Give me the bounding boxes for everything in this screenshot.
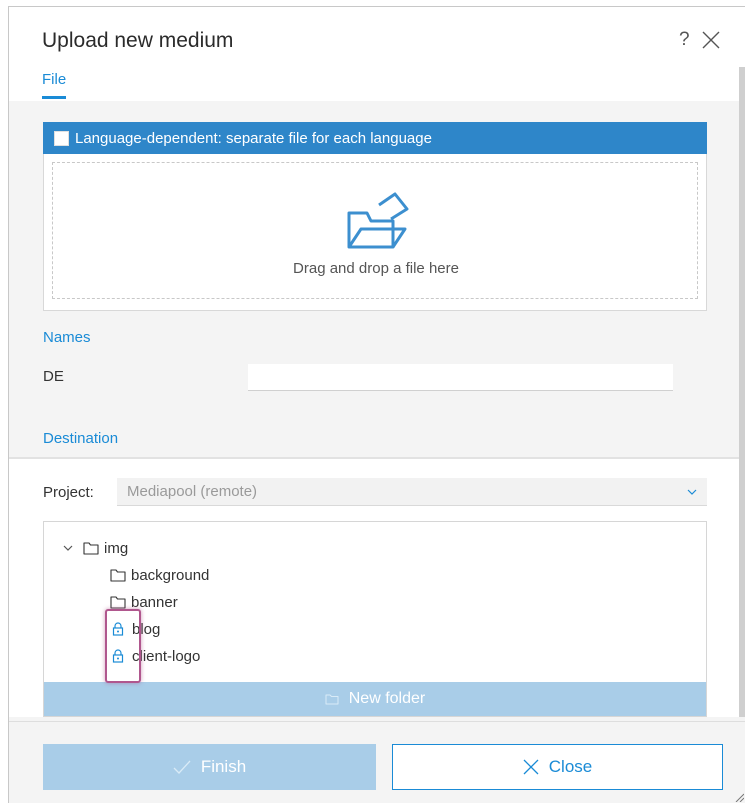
file-dropzone[interactable]: Drag and drop a file here xyxy=(52,162,698,299)
tree-item-background[interactable]: background xyxy=(110,564,209,586)
language-dependent-checkbox[interactable] xyxy=(54,130,69,146)
tree-item-label: img xyxy=(104,539,129,557)
folder-tree: img background banner blog client-logo N… xyxy=(43,521,707,717)
lock-icons-highlight xyxy=(105,609,141,683)
help-icon[interactable]: ? xyxy=(679,29,690,51)
name-de-input[interactable] xyxy=(248,364,673,391)
project-label: Project: xyxy=(43,484,94,501)
tree-item-label: banner xyxy=(131,593,178,611)
project-select[interactable]: Mediapool (remote) xyxy=(117,478,707,506)
close-icon[interactable] xyxy=(700,29,722,51)
dialog-title: Upload new medium xyxy=(42,29,234,52)
folder-icon xyxy=(110,596,126,609)
language-dependent-label: Language-dependent: separate file for ea… xyxy=(75,129,432,147)
footer-divider xyxy=(9,721,745,722)
tree-item-label: client-logo xyxy=(132,647,201,665)
name-language-label: DE xyxy=(43,368,64,385)
tab-file[interactable]: File xyxy=(42,71,67,99)
dropzone-text: Drag and drop a file here xyxy=(293,260,459,277)
upload-dialog: Upload new medium ? File Language-depend… xyxy=(8,6,745,803)
tree-item-label: background xyxy=(131,566,210,584)
close-button[interactable]: Close xyxy=(392,744,723,790)
resize-grip-icon[interactable] xyxy=(734,792,744,802)
open-folder-icon xyxy=(347,192,409,249)
checkmark-icon xyxy=(173,760,191,774)
scrollbar[interactable] xyxy=(739,67,745,717)
finish-button[interactable]: Finish xyxy=(43,744,376,790)
close-icon xyxy=(523,759,539,775)
folder-icon xyxy=(83,542,99,555)
destination-section-label: Destination xyxy=(43,430,119,447)
new-folder-button[interactable]: New folder xyxy=(44,682,706,716)
chevron-down-icon xyxy=(687,489,697,495)
dialog-header: Upload new medium ? File xyxy=(9,7,745,101)
chevron-down-icon[interactable] xyxy=(62,542,74,554)
folder-icon xyxy=(110,569,126,582)
folder-icon xyxy=(325,694,339,705)
dropzone-container: Drag and drop a file here xyxy=(43,154,707,311)
new-folder-label: New folder xyxy=(348,690,426,707)
close-label: Close xyxy=(548,757,593,776)
language-dependent-checkbox-row[interactable]: Language-dependent: separate file for ea… xyxy=(43,122,707,154)
tree-item-img[interactable]: img xyxy=(62,537,128,559)
finish-label: Finish xyxy=(200,757,247,776)
names-section-label: Names xyxy=(43,329,91,346)
project-select-value: Mediapool (remote) xyxy=(127,483,258,500)
